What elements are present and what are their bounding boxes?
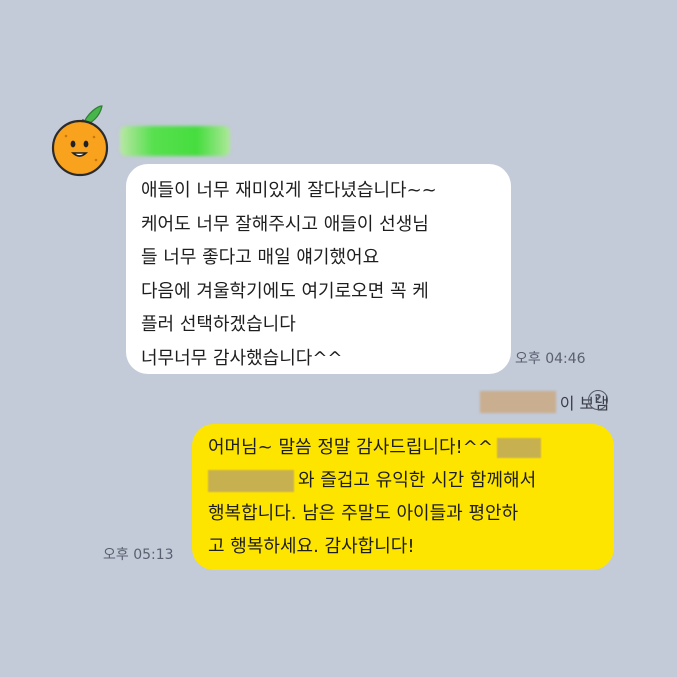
outgoing-message-line: 와 즐겁고 유익한 시간 함께해서 [208, 464, 602, 497]
outgoing-text: 와 즐겁고 유익한 시간 함께해서 [298, 470, 537, 491]
outgoing-text: 어머님~ 말씀 정말 감사드립니다!^^ [208, 437, 493, 458]
sender-redacted [479, 391, 556, 413]
incoming-message-line: 다음에 겨울학기에도 여기로오면 꼭 케 [141, 280, 429, 302]
orange-avatar-icon[interactable] [46, 100, 118, 178]
outgoing-message-line: 고 행복하세요. 감사합니다! [208, 536, 415, 557]
question-circle-icon[interactable]: ? [588, 390, 608, 410]
redacted-text [208, 470, 294, 492]
outgoing-message-bubble[interactable]: 어머님~ 말씀 정말 감사드립니다!^^ 와 즐겁고 유익한 시간 함께해서 행… [192, 424, 614, 570]
incoming-message-line: 케어도 너무 잘해주시고 애들이 선생님 [141, 213, 429, 235]
incoming-message-line: 들 너무 좋다고 매일 얘기했어요 [141, 247, 380, 268]
incoming-message-line: 플러 선택하겠습니다 [141, 314, 296, 335]
outgoing-message-line: 어머님~ 말씀 정말 감사드립니다!^^ [208, 431, 602, 464]
sender-name-redacted [120, 126, 230, 156]
incoming-timestamp: 오후 04:46 [515, 351, 586, 367]
outgoing-message-line: 행복합니다. 남은 주말도 아이들과 평안하 [208, 503, 519, 524]
redacted-text [496, 438, 541, 458]
incoming-message-line: 애들이 너무 재미있게 잘다녔습니다~~ [141, 180, 437, 201]
incoming-message-line: 너무너무 감사했습니다^^ [141, 347, 343, 369]
outgoing-timestamp: 오후 05:13 [103, 547, 174, 563]
incoming-message-bubble[interactable]: 애들이 너무 재미있게 잘다녔습니다~~ 케어도 너무 잘해주시고 애들이 선생… [126, 164, 511, 374]
